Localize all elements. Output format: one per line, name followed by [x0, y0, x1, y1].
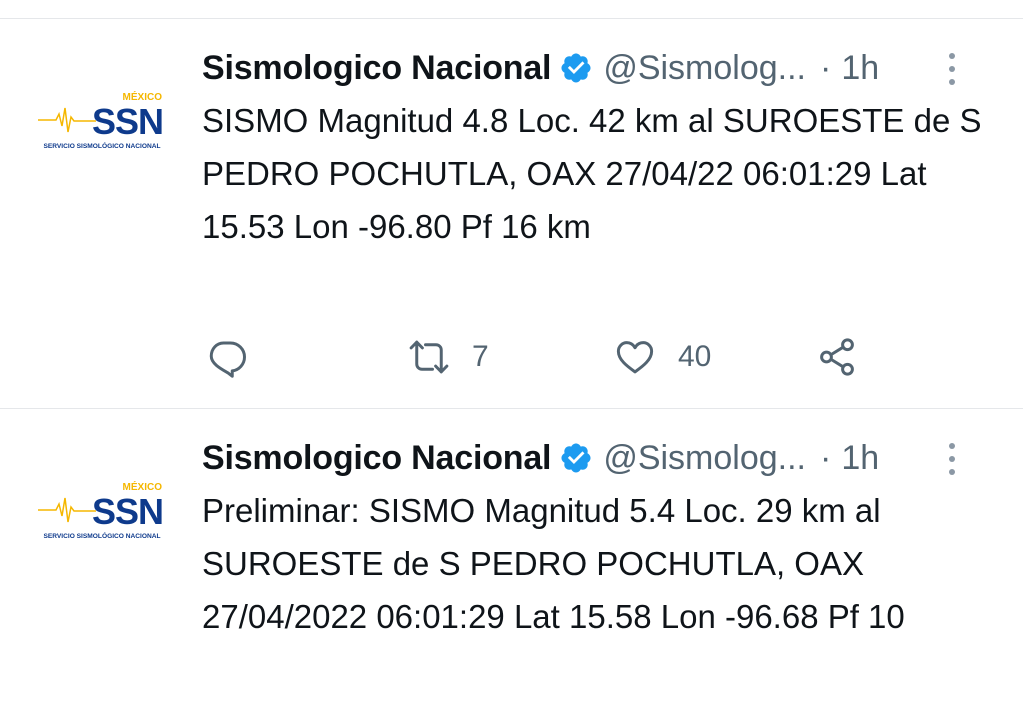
more-icon[interactable]	[945, 50, 959, 88]
separator-dot: ·	[820, 438, 832, 477]
verified-icon	[561, 53, 591, 83]
like-button[interactable]: 40	[614, 334, 711, 380]
author-handle[interactable]: @Sismolog...	[603, 439, 806, 478]
tweet-content: Sismologico Nacional @Sismolog... · 1h S…	[202, 44, 999, 378]
logo-subtitle: SERVICIO SISMOLÓGICO NACIONAL	[43, 141, 160, 150]
ssn-logo-avatar[interactable]: MÉXICO SSN SERVICIO SISMOLÓGICO NACIONAL	[36, 90, 168, 152]
tweet-header: Sismologico Nacional @Sismolog... · 1h	[202, 44, 999, 92]
reply-icon	[209, 341, 246, 378]
top-divider	[0, 18, 1023, 19]
reply-button[interactable]	[206, 334, 248, 380]
tweet-content: Sismologico Nacional @Sismolog... · 1h P…	[202, 434, 999, 643]
retweet-button[interactable]: 7	[408, 334, 489, 380]
share-icon	[820, 338, 854, 376]
tweet-actions: 7 40	[202, 334, 902, 380]
retweet-icon	[409, 340, 449, 374]
separator-dot: ·	[820, 48, 832, 87]
tweet-1[interactable]: MÉXICO SSN SERVICIO SISMOLÓGICO NACIONAL…	[0, 42, 1023, 408]
ssn-logo-avatar[interactable]: MÉXICO SSN SERVICIO SISMOLÓGICO NACIONAL	[36, 480, 168, 542]
tweet-header: Sismologico Nacional @Sismolog... · 1h	[202, 434, 999, 482]
tweet-text: Preliminar: SISMO Magnitud 5.4 Loc. 29 k…	[202, 492, 905, 635]
share-button[interactable]	[816, 334, 858, 380]
retweet-count: 7	[472, 340, 489, 373]
logo-subtitle: SERVICIO SISMOLÓGICO NACIONAL	[43, 531, 160, 540]
author-handle[interactable]: @Sismolog...	[603, 49, 806, 88]
author-name[interactable]: Sismologico Nacional	[202, 49, 552, 88]
logo-text: SSN	[92, 101, 163, 142]
tweet-text: SISMO Magnitud 4.8 Loc. 42 km al SUROEST…	[202, 102, 982, 245]
verified-icon	[561, 443, 591, 473]
logo-text: SSN	[92, 491, 163, 532]
author-name[interactable]: Sismologico Nacional	[202, 439, 552, 478]
tweet-2[interactable]: MÉXICO SSN SERVICIO SISMOLÓGICO NACIONAL…	[0, 432, 1023, 721]
tweet-time[interactable]: 1h	[841, 439, 879, 478]
like-icon	[616, 341, 654, 374]
more-icon[interactable]	[945, 440, 959, 478]
tweet-time[interactable]: 1h	[841, 49, 879, 88]
tweet-divider	[0, 408, 1023, 409]
like-count: 40	[678, 340, 712, 373]
